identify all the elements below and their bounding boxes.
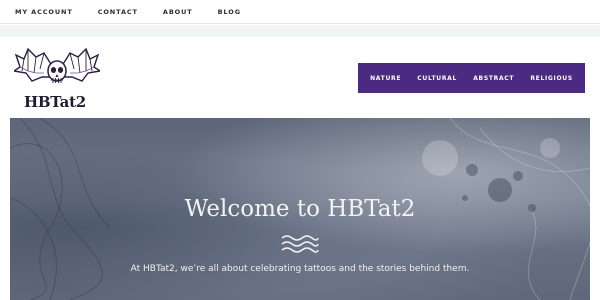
hero-banner: Welcome to HBTat2 At HBTat2, we’re all a… (10, 118, 590, 300)
header-divider-stripe (0, 25, 600, 37)
category-link-cultural[interactable]: CULTURAL (417, 75, 457, 82)
nav-link-blog[interactable]: BLOG (218, 8, 241, 16)
logo-wordmark: HBTat2 (24, 93, 86, 111)
category-link-abstract[interactable]: ABSTRACT (473, 75, 514, 82)
hero-title: Welcome to HBTat2 (184, 196, 416, 222)
hero-subtitle: At HBTat2, we’re all about celebrating t… (130, 264, 470, 274)
category-link-nature[interactable]: NATURE (370, 75, 401, 82)
category-nav: NATURE CULTURAL ABSTRACT RELIGIOUS (358, 63, 585, 93)
site-logo[interactable]: HBTat2 (12, 47, 102, 111)
wave-divider-icon (281, 235, 319, 253)
nav-link-contact[interactable]: CONTACT (98, 8, 138, 16)
winged-skull-icon (12, 47, 102, 83)
site-header: HBTat2 NATURE CULTURAL ABSTRACT RELIGIOU… (0, 37, 600, 118)
top-utility-nav: MY ACCOUNT CONTACT ABOUT BLOG (0, 0, 600, 24)
nav-link-about[interactable]: ABOUT (163, 8, 193, 16)
nav-link-my-account[interactable]: MY ACCOUNT (15, 8, 73, 16)
category-link-religious[interactable]: RELIGIOUS (530, 75, 573, 82)
